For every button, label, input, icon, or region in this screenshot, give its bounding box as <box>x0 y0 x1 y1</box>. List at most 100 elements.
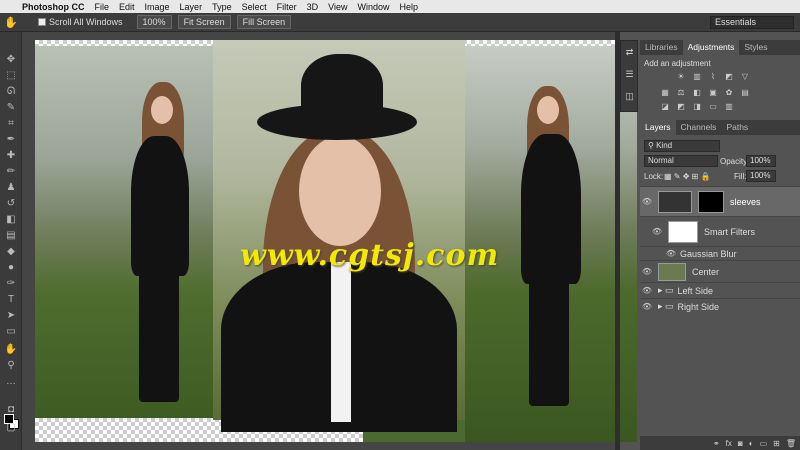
history-brush-icon[interactable]: ↺ <box>4 198 18 210</box>
menu-edit[interactable]: Edit <box>119 2 135 12</box>
marquee-tool-icon[interactable]: ⬚ <box>4 70 18 82</box>
zoom-100-button[interactable]: 100% <box>136 15 172 29</box>
brightness-icon[interactable]: ☀ <box>676 72 686 81</box>
blend-mode-select[interactable]: Normal <box>644 155 718 167</box>
tab-channels[interactable]: Channels <box>676 120 722 135</box>
group-name: Right Side <box>677 301 720 312</box>
group-name: Left Side <box>677 285 714 296</box>
more-tools-icon[interactable]: … <box>4 376 18 388</box>
quick-select-tool-icon[interactable]: ✎ <box>4 102 18 114</box>
menu-layer[interactable]: Layer <box>180 2 203 12</box>
workspace-select[interactable]: Essentials <box>710 16 794 29</box>
dodge-tool-icon[interactable]: ● <box>4 262 18 274</box>
hand-tool-icon[interactable]: ✋ <box>4 16 20 29</box>
lasso-tool-icon[interactable]: ᘏ <box>4 86 18 98</box>
black-white-icon[interactable]: ◧ <box>692 88 702 97</box>
color-lookup-icon[interactable]: ▤ <box>740 88 750 97</box>
levels-icon[interactable]: ▥ <box>692 72 702 81</box>
group-left-side[interactable]: 👁 ▸ ▭ Left Side <box>640 282 800 298</box>
group-right-side[interactable]: 👁 ▸ ▭ Right Side <box>640 298 800 314</box>
blur-tool-icon[interactable]: ◆ <box>4 246 18 258</box>
document-canvas-area[interactable]: www.cgtsj.com <box>22 32 637 450</box>
menu-help[interactable]: Help <box>399 2 418 12</box>
visibility-eye-icon[interactable]: 👁 <box>640 197 654 206</box>
visibility-eye-icon[interactable]: 👁 <box>650 227 664 236</box>
brush-tool-icon[interactable]: ✏ <box>4 166 18 178</box>
info-panel-icon[interactable]: ◫ <box>624 91 635 101</box>
layer-mask-thumbnail[interactable] <box>698 190 724 213</box>
lock-icons[interactable]: ▦ ✎ ✥ ⊞ 🔒 <box>664 172 711 181</box>
eyedropper-tool-icon[interactable]: ✒ <box>4 134 18 146</box>
threshold-icon[interactable]: ◨ <box>692 102 702 111</box>
adjustment-layer-icon[interactable]: ◐ <box>749 439 754 448</box>
menu-type[interactable]: Type <box>212 2 232 12</box>
hue-sat-icon[interactable]: ▦ <box>660 88 670 97</box>
menu-file[interactable]: File <box>95 2 110 12</box>
posterize-icon[interactable]: ◩ <box>676 102 686 111</box>
move-tool-icon[interactable]: ✥ <box>4 54 18 66</box>
layer-sleeves[interactable]: 👁 sleeves <box>640 186 800 216</box>
layer-style-icon[interactable]: fx <box>726 439 732 448</box>
zoom-tool-icon[interactable]: ⚲ <box>4 360 18 372</box>
watermark-text: www.cgtsj.com <box>240 238 500 273</box>
menu-3d[interactable]: 3D <box>307 2 319 12</box>
menu-select[interactable]: Select <box>242 2 267 12</box>
visibility-eye-icon[interactable]: 👁 <box>640 267 654 276</box>
screen-mode-icon[interactable]: ▢ <box>4 422 18 434</box>
tab-layers[interactable]: Layers <box>640 120 676 135</box>
collapsed-panel-strip: ⇄ ☰ ◫ <box>620 40 638 112</box>
tab-adjustments[interactable]: Adjustments <box>682 40 740 55</box>
visibility-eye-icon[interactable]: 👁 <box>640 286 654 295</box>
add-mask-icon[interactable]: ◙ <box>738 439 743 448</box>
crop-tool-icon[interactable]: ⌗ <box>4 118 18 130</box>
properties-panel-icon[interactable]: ☰ <box>624 69 635 79</box>
app-menu[interactable]: Photoshop CC <box>22 2 85 12</box>
new-layer-icon[interactable]: ⊞ <box>773 439 780 448</box>
visibility-eye-icon[interactable]: 👁 <box>664 249 678 258</box>
type-tool-icon[interactable]: T <box>4 294 18 306</box>
fit-screen-button[interactable]: Fit Screen <box>177 15 231 29</box>
menu-image[interactable]: Image <box>145 2 170 12</box>
history-panel-icon[interactable]: ⇄ <box>624 47 635 57</box>
stamp-tool-icon[interactable]: ♟ <box>4 182 18 194</box>
pen-tool-icon[interactable]: ✑ <box>4 278 18 290</box>
menu-view[interactable]: View <box>328 2 347 12</box>
vibrance-icon[interactable]: ▽ <box>740 72 750 81</box>
tab-libraries[interactable]: Libraries <box>640 40 683 55</box>
path-select-tool-icon[interactable]: ➤ <box>4 310 18 322</box>
link-layers-icon[interactable]: ⚭ <box>713 439 720 448</box>
healing-tool-icon[interactable]: ✚ <box>4 150 18 162</box>
eraser-tool-icon[interactable]: ◧ <box>4 214 18 226</box>
layer-smart-filters[interactable]: 👁 Smart Filters <box>640 216 800 246</box>
curves-icon[interactable]: ⌇ <box>708 72 718 81</box>
new-group-icon[interactable]: ▭ <box>760 439 768 448</box>
opacity-input[interactable]: 100% <box>746 155 776 167</box>
selective-color-icon[interactable]: ▥ <box>724 102 734 111</box>
layer-filter-select[interactable]: ⚲ Kind <box>644 140 720 152</box>
quick-mask-icon[interactable]: ◘ <box>4 404 18 416</box>
channel-mixer-icon[interactable]: ✿ <box>724 88 734 97</box>
smart-filter-mask-thumbnail[interactable] <box>668 220 698 243</box>
gradient-tool-icon[interactable]: ▤ <box>4 230 18 242</box>
layer-center[interactable]: 👁 Center <box>640 260 800 282</box>
photo-filter-icon[interactable]: ▣ <box>708 88 718 97</box>
fill-input[interactable]: 100% <box>746 170 776 182</box>
exposure-icon[interactable]: ◩ <box>724 72 734 81</box>
delete-layer-icon[interactable]: 🗑 <box>786 439 796 448</box>
layer-gaussian-blur[interactable]: 👁 Gaussian Blur <box>640 246 800 260</box>
scroll-all-checkbox[interactable] <box>38 18 46 26</box>
color-balance-icon[interactable]: ⚖ <box>676 88 686 97</box>
shape-tool-icon[interactable]: ▭ <box>4 326 18 338</box>
tab-paths[interactable]: Paths <box>721 120 753 135</box>
menu-bar: Photoshop CC File Edit Image Layer Type … <box>0 0 800 13</box>
menu-filter[interactable]: Filter <box>277 2 297 12</box>
visibility-eye-icon[interactable]: 👁 <box>640 302 654 311</box>
right-girl-legs <box>529 280 569 406</box>
tab-styles[interactable]: Styles <box>739 40 772 55</box>
fill-screen-button[interactable]: Fill Screen <box>236 15 292 29</box>
invert-icon[interactable]: ◪ <box>660 102 670 111</box>
add-adjustment-heading: Add an adjustment <box>644 59 711 68</box>
menu-window[interactable]: Window <box>357 2 389 12</box>
hand-tool-icon[interactable]: ✋ <box>4 344 18 356</box>
gradient-map-icon[interactable]: ▭ <box>708 102 718 111</box>
